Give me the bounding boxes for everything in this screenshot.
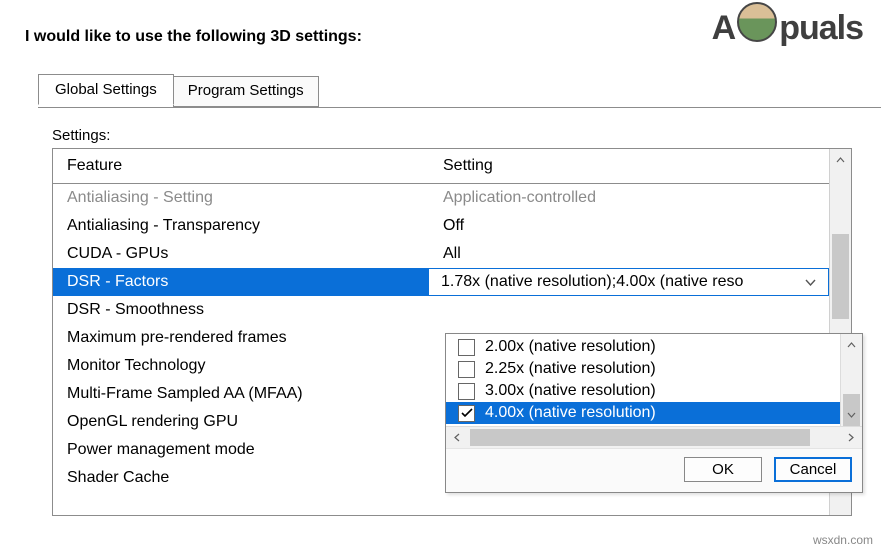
cell-setting: Off: [429, 212, 829, 240]
table-row[interactable]: DSR - Smoothness: [53, 296, 829, 324]
table-row-dsr-factors[interactable]: DSR - Factors 1.78x (native resolution);…: [53, 268, 829, 296]
cell-feature: DSR - Factors: [53, 268, 429, 296]
checkbox-unchecked-icon[interactable]: [458, 339, 475, 356]
cell-feature: Maximum pre-rendered frames: [53, 324, 429, 352]
tab-program-settings[interactable]: Program Settings: [173, 76, 319, 107]
popup-vertical-scrollbar[interactable]: [840, 334, 862, 426]
dsr-factors-dropdown[interactable]: 1.78x (native resolution);4.00x (native …: [429, 269, 828, 295]
cell-feature: Power management mode: [53, 436, 429, 464]
scroll-right-icon[interactable]: [840, 427, 862, 448]
cell-feature: CUDA - GPUs: [53, 240, 429, 268]
cell-setting: [429, 296, 829, 324]
table-row[interactable]: Antialiasing - Setting Application-contr…: [53, 184, 829, 212]
table-row[interactable]: CUDA - GPUs All: [53, 240, 829, 268]
table-header: Feature Setting: [53, 149, 829, 184]
scrollbar-thumb[interactable]: [832, 234, 849, 319]
cell-feature: Shader Cache: [53, 464, 429, 492]
column-setting[interactable]: Setting: [429, 149, 829, 183]
checkbox-unchecked-icon[interactable]: [458, 361, 475, 378]
attribution-text: wsxdn.com: [813, 533, 873, 547]
cell-feature: DSR - Smoothness: [53, 296, 429, 324]
ok-button[interactable]: OK: [684, 457, 762, 482]
watermark-text-a: A: [712, 9, 736, 48]
checkbox-unchecked-icon[interactable]: [458, 383, 475, 400]
checkbox-checked-icon[interactable]: [458, 405, 475, 422]
table-row[interactable]: Antialiasing - Transparency Off: [53, 212, 829, 240]
scroll-up-icon[interactable]: [830, 149, 851, 171]
avatar-icon: [737, 2, 777, 42]
option-label: 2.00x (native resolution): [485, 338, 656, 356]
cancel-button[interactable]: Cancel: [774, 457, 852, 482]
cell-feature: Monitor Technology: [53, 352, 429, 380]
popup-horizontal-scrollbar[interactable]: [446, 426, 862, 448]
dropdown-value: 1.78x (native resolution);4.00x (native …: [441, 273, 743, 291]
option-label: 2.25x (native resolution): [485, 360, 656, 378]
cell-setting: Application-controlled: [429, 184, 829, 212]
column-feature[interactable]: Feature: [53, 149, 429, 183]
dropdown-option[interactable]: 2.00x (native resolution): [446, 336, 840, 358]
dropdown-option-selected[interactable]: 4.00x (native resolution): [446, 402, 840, 424]
option-label: 3.00x (native resolution): [485, 382, 656, 400]
scroll-up-icon[interactable]: [841, 334, 862, 356]
tab-global-settings[interactable]: Global Settings: [38, 74, 174, 105]
watermark-logo: A puals: [712, 8, 863, 48]
dropdown-option[interactable]: 3.00x (native resolution): [446, 380, 840, 402]
scroll-down-icon[interactable]: [841, 404, 862, 426]
cell-feature: Antialiasing - Transparency: [53, 212, 429, 240]
cell-feature: Multi-Frame Sampled AA (MFAA): [53, 380, 429, 408]
cell-feature: OpenGL rendering GPU: [53, 408, 429, 436]
chevron-down-icon: [805, 275, 816, 289]
dsr-factors-options-popup: 2.00x (native resolution) 2.25x (native …: [445, 333, 863, 493]
option-label: 4.00x (native resolution): [485, 404, 656, 422]
watermark-text-puals: puals: [779, 9, 863, 48]
cell-feature: Antialiasing - Setting: [53, 184, 429, 212]
scroll-left-icon[interactable]: [446, 427, 468, 448]
dropdown-option[interactable]: 2.25x (native resolution): [446, 358, 840, 380]
cell-setting: All: [429, 240, 829, 268]
scrollbar-thumb[interactable]: [470, 429, 810, 446]
settings-label: Settings:: [52, 127, 881, 144]
